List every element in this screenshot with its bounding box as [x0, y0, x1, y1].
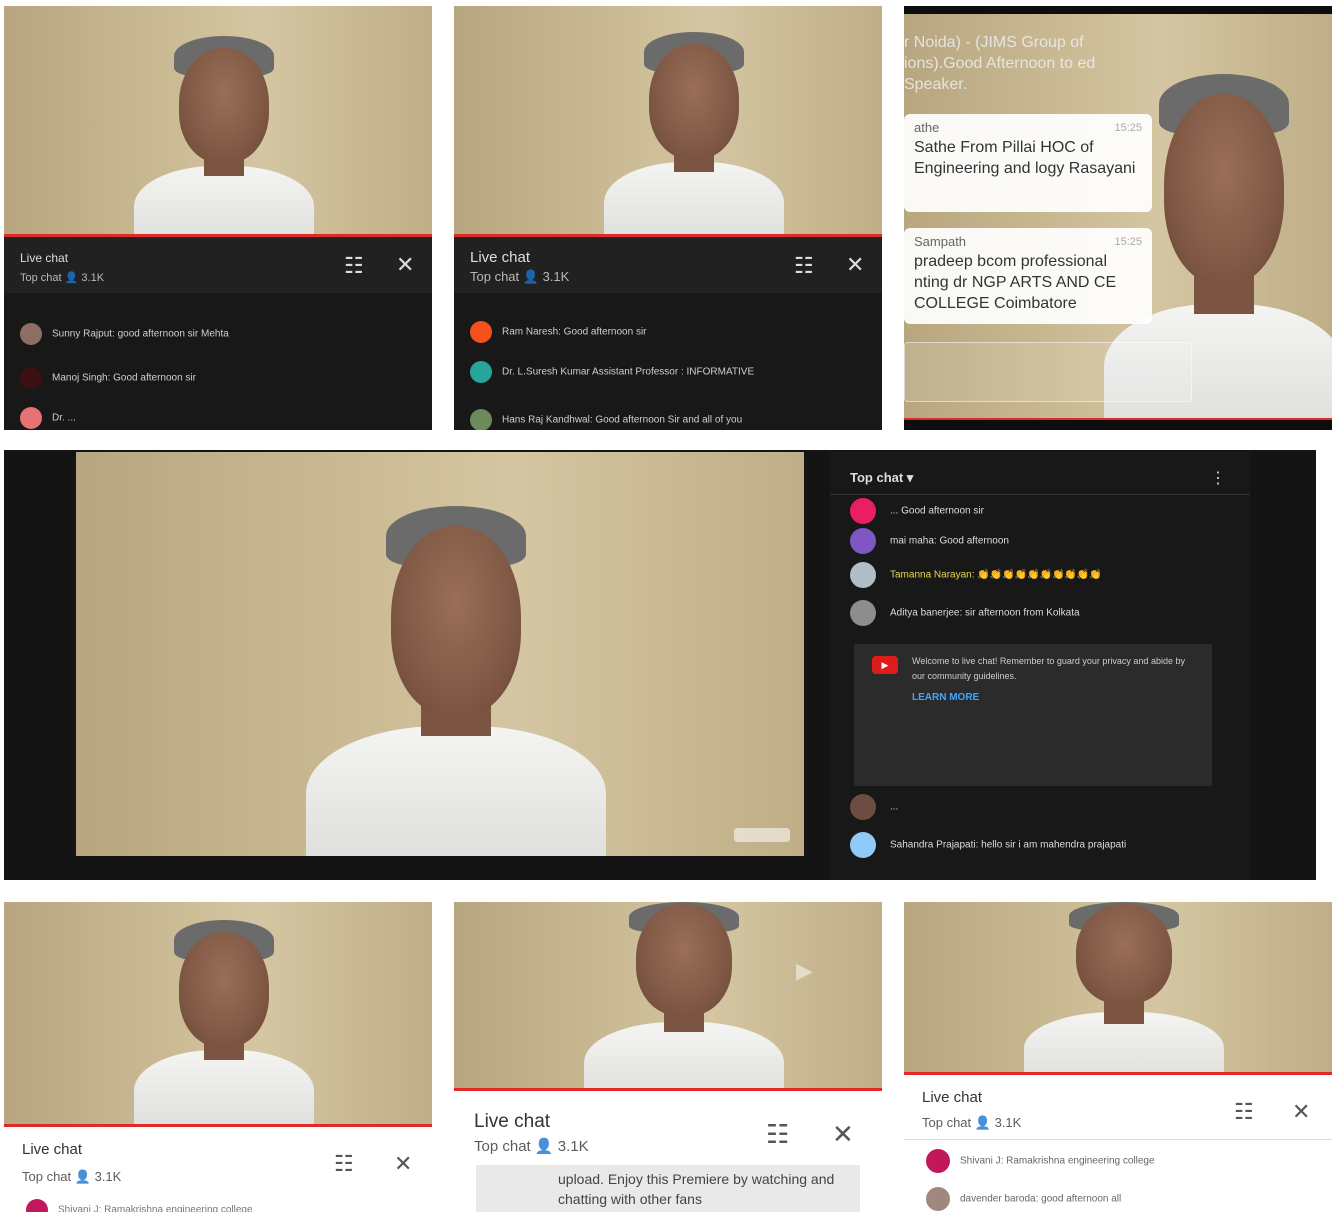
viewers-icon: 👤 [522, 269, 539, 284]
speaker [1024, 902, 1224, 1072]
speaker [134, 920, 314, 1124]
chat-title: Live chat [922, 1089, 983, 1106]
learn-more-link[interactable]: LEARN MORE [912, 690, 1198, 705]
chat-header: Live chat Top chat 👤 3.1K ☷ ✕ upload. En… [454, 1088, 882, 1212]
top-chat-dropdown[interactable]: Top chat ▾ [850, 470, 913, 486]
chat-messages: Ram Naresh: Good afternoon sir Dr. L.Sur… [454, 293, 882, 430]
chat-panel-6: Live chat Top chat 👤 3.1K ☷ ✕ Shivani J:… [904, 902, 1332, 1212]
chat-message: Dr. ... [20, 407, 422, 429]
viewers-icon: 👤 [64, 272, 79, 284]
youtube-icon: ▶ [872, 656, 898, 674]
speaker [134, 36, 314, 234]
video-frame[interactable] [454, 6, 882, 234]
chat-message: Hans Raj Kandhwal: Good afternoon Sir an… [470, 409, 872, 430]
more-vert-icon[interactable]: ⋮ [1210, 468, 1226, 488]
chat-message: Dr. L.Suresh Kumar Assistant Professor :… [470, 361, 872, 383]
welcome-notice: ▶ Welcome to live chat! Remember to guar… [854, 644, 1212, 786]
chat-bubble: Sampath 15:25 pradeep bcom professional … [904, 228, 1152, 324]
tune-icon[interactable]: ☷ [794, 255, 814, 277]
main-stream-panel: Top chat ▾ ⋮ ... Good afternoon sir mai … [4, 450, 1316, 880]
video-frame[interactable] [4, 902, 432, 1124]
top-chat-selector[interactable]: Top chat 👤 3.1K [22, 1169, 121, 1185]
speaker [604, 32, 784, 234]
chat-messages: Sunny Rajput: good afternoon sir Mehta M… [4, 293, 432, 430]
chat-message: Sahandra Prajapati: hello sir i am mahen… [850, 832, 1238, 858]
video-frame[interactable] [904, 902, 1332, 1072]
chat-panel-4: Live chat Top chat 👤 3.1K ☷ ✕ Shivani J:… [4, 902, 432, 1212]
tune-icon[interactable]: ☷ [766, 1121, 789, 1147]
chat-header: Live chat Top chat 👤 3.1K ☷ ✕ [4, 237, 432, 293]
top-chat-selector[interactable]: Top chat 👤 3.1K [922, 1115, 1021, 1131]
top-chat-selector[interactable]: Top chat 👤 3.1K [20, 271, 104, 284]
chat-header: Live chat Top chat 👤 3.1K ☷ ✕ Shivani J:… [904, 1072, 1332, 1212]
video-frame[interactable] [4, 6, 432, 234]
chat-message: ... [850, 794, 1238, 820]
tune-icon[interactable]: ☷ [334, 1153, 354, 1175]
close-icon[interactable]: ✕ [396, 254, 414, 276]
speaker [306, 506, 606, 856]
chat-title: Live chat [474, 1111, 551, 1132]
chat-title: Live chat [22, 1141, 83, 1158]
chat-message: Tamanna Narayan: 👏👏👏👏👏👏👏👏👏👏 [850, 562, 1238, 588]
overlay-top-text: r Noida) - (JIMS Group of ions).Good Aft… [904, 34, 1096, 93]
chat-message: mai maha: Good afternoon [850, 528, 1238, 554]
chat-message: ... Good afternoon sir [850, 498, 1238, 524]
chat-message: Aditya banerjee: sir afternoon from Kolk… [850, 600, 1238, 626]
tune-icon[interactable]: ☷ [1234, 1101, 1254, 1123]
chat-message: Sunny Rajput: good afternoon sir Mehta [20, 323, 422, 345]
chat-message: Ram Naresh: Good afternoon sir [470, 321, 872, 343]
viewers-icon: 👤 [74, 1169, 91, 1184]
watermark-icon [734, 828, 790, 842]
close-icon[interactable]: ✕ [832, 1121, 854, 1147]
chat-title: Live chat [20, 251, 69, 265]
chat-input-box[interactable] [904, 342, 1192, 402]
top-chat-selector[interactable]: Top chat 👤 3.1K [470, 269, 569, 285]
chat-header: Live chat Top chat 👤 3.1K ☷ ✕ [454, 237, 882, 293]
close-icon[interactable]: ✕ [394, 1153, 412, 1175]
viewers-icon: 👤 [534, 1138, 554, 1155]
viewers-icon: 👤 [974, 1115, 991, 1130]
chat-title: Live chat [470, 249, 531, 266]
chat-sidebar: Top chat ▾ ⋮ ... Good afternoon sir mai … [830, 452, 1250, 880]
close-icon[interactable]: ✕ [1292, 1101, 1310, 1123]
top-chat-selector[interactable]: Top chat 👤 3.1K [474, 1137, 589, 1155]
chat-message: Shivani J: Ramakrishna engineering colle… [926, 1149, 1155, 1173]
chat-panel-2: Live chat Top chat 👤 3.1K ☷ ✕ Ram Naresh… [454, 6, 882, 430]
close-icon[interactable]: ✕ [846, 254, 864, 276]
chat-message: Manoj Singh: Good afternoon sir [20, 367, 422, 389]
play-icon[interactable]: ▶ [796, 958, 813, 984]
chat-overlay-panel: r Noida) - (JIMS Group of ions).Good Aft… [904, 6, 1332, 430]
chat-bubble: athe 15:25 Sathe From Pillai HOC of Engi… [904, 114, 1152, 212]
chat-header: Live chat Top chat 👤 3.1K ☷ ✕ Shivani J:… [4, 1124, 432, 1212]
chat-message: davender baroda: good afternoon all [926, 1187, 1121, 1211]
premiere-promo: upload. Enjoy this Premiere by watching … [476, 1165, 860, 1212]
speaker [584, 902, 784, 1088]
chat-panel-1: Live chat Top chat 👤 3.1K ☷ ✕ Sunny Rajp… [4, 6, 432, 430]
video-frame[interactable]: ▶ [454, 902, 882, 1088]
video-frame[interactable] [76, 452, 804, 856]
chat-message: Shivani J: Ramakrishna engineering colle… [26, 1199, 253, 1212]
chat-panel-5: ▶ Live chat Top chat 👤 3.1K ☷ ✕ upload. … [454, 902, 882, 1212]
tune-icon[interactable]: ☷ [344, 255, 364, 277]
